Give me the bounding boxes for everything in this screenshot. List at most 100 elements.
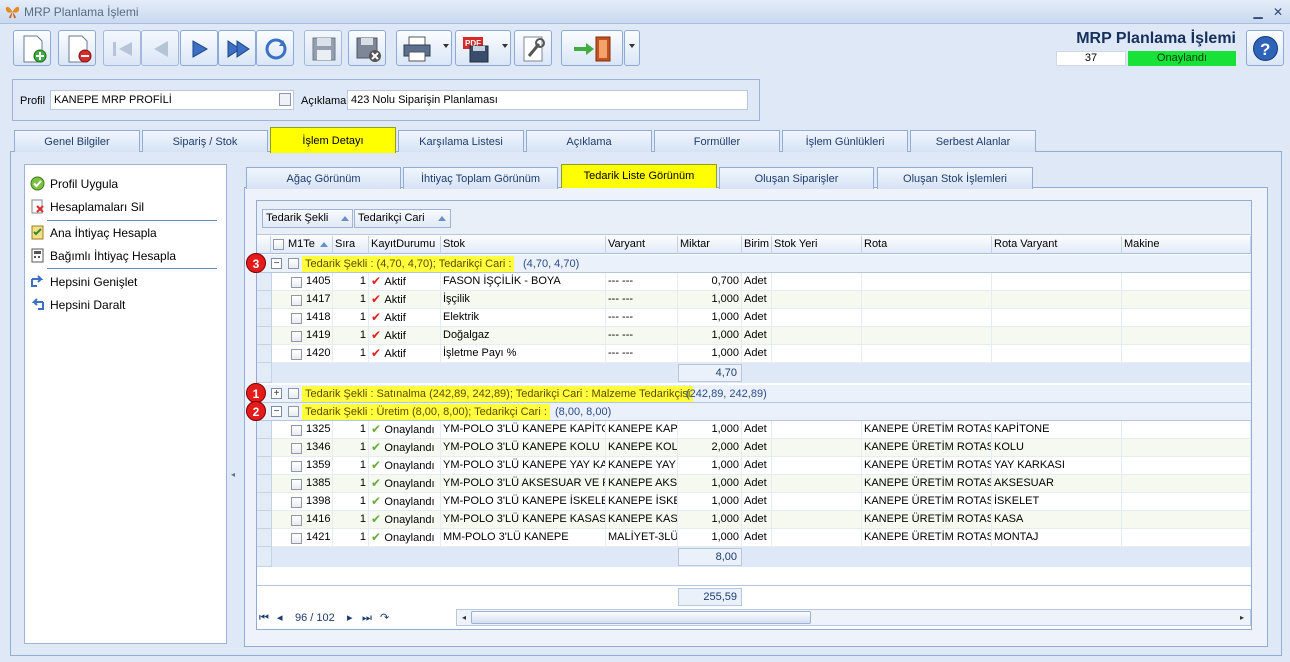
new-document-button[interactable] <box>13 30 51 66</box>
last-record-button[interactable] <box>218 30 256 66</box>
cell-sira: 1 <box>333 529 369 547</box>
minimize-icon[interactable]: ▁ <box>1250 4 1266 20</box>
collapse-icon[interactable]: − <box>271 406 282 417</box>
cell-birim: Adet <box>742 457 772 475</box>
step-badge: 3 <box>246 253 266 273</box>
scroll-right-icon[interactable]: ▸ <box>1236 611 1248 624</box>
status-text: Onaylandı <box>384 442 435 454</box>
tab-olusan-siparisler[interactable]: Oluşan Siparişler <box>719 167 874 189</box>
column-header-sira[interactable]: Sıra <box>333 236 369 254</box>
previous-record-button[interactable] <box>141 30 179 66</box>
tab-siparis-stok[interactable]: Sipariş / Stok <box>142 130 268 152</box>
next-record-button[interactable] <box>180 30 218 66</box>
description-field[interactable]: 423 Nolu Siparişin Planlaması <box>347 90 748 110</box>
cell-varyant: --- --- <box>606 309 678 327</box>
column-header-rota-varyant[interactable]: Rota Varyant <box>992 236 1122 254</box>
tab-aciklama[interactable]: Açıklama <box>526 130 652 152</box>
cell-rota <box>862 291 992 309</box>
hepsini-daralt-action[interactable]: Hepsini Daralt <box>30 295 125 315</box>
tab-islem-detayi[interactable]: İşlem Detayı <box>270 127 396 153</box>
cell-stokyeri <box>772 457 862 475</box>
group-checkbox[interactable] <box>288 388 299 399</box>
refresh-nav-icon[interactable]: ↷ <box>380 609 389 627</box>
tab-ihtiyac-toplam-gorunum[interactable]: İhtiyaç Toplam Görünüm <box>403 167 558 189</box>
column-header-varyant[interactable]: Varyant <box>606 236 678 254</box>
expand-icon[interactable]: + <box>271 388 282 399</box>
status-text: Aktif <box>384 294 406 306</box>
group-label: Tedarik Şekli : Satınalma (242,89, 242,8… <box>302 386 694 402</box>
lookup-icon[interactable] <box>279 93 291 106</box>
tab-agac-gorunum[interactable]: Ağaç Görünüm <box>246 167 401 189</box>
bagimli-ihtiyac-hesapla-action[interactable]: Bağımlı İhtiyaç Hesapla <box>30 246 176 266</box>
horizontal-scrollbar[interactable]: ◂ ▸ <box>456 609 1251 626</box>
column-header-m1te[interactable]: M1Te <box>271 236 333 254</box>
cell-miktar: 1,000 <box>678 309 742 327</box>
column-header-stok-yeri[interactable]: Stok Yeri <box>772 236 862 254</box>
tab-tedarik-liste-gorunum[interactable]: Tedarik Liste Görünüm <box>561 164 717 188</box>
column-header-kayit-durumu[interactable]: KayıtDurumu <box>369 236 441 254</box>
cell-makine <box>1122 273 1251 291</box>
column-header-miktar[interactable]: Miktar <box>678 236 742 254</box>
column-header-birim[interactable]: Birim <box>742 236 772 254</box>
column-header-makine[interactable]: Makine <box>1122 236 1251 254</box>
action-label: Hepsini Daralt <box>50 298 126 312</box>
hepsini-genislet-action[interactable]: Hepsini Genişlet <box>30 272 137 292</box>
hesaplamalari-sil-action[interactable]: Hesaplamaları Sil <box>30 197 144 217</box>
column-header-stok[interactable]: Stok <box>441 236 606 254</box>
next-page-icon[interactable]: ▸ <box>347 609 353 627</box>
refresh-button[interactable] <box>256 30 294 66</box>
group-by-tedarikci-cari[interactable]: Tedarikçi Cari <box>354 209 451 228</box>
tab-karsilama-listesi[interactable]: Karşılama Listesi <box>398 130 524 152</box>
first-record-button[interactable] <box>103 30 141 66</box>
save-button[interactable] <box>304 30 342 66</box>
cell-rota <box>862 327 992 345</box>
tab-formuller[interactable]: Formüller <box>654 130 780 152</box>
cell-sira: 1 <box>333 309 369 327</box>
expand-arrow-icon <box>31 275 44 287</box>
cell-makine <box>1122 457 1251 475</box>
splitter-arrow-icon[interactable]: ◂ <box>231 470 235 479</box>
tab-genel-bilgiler[interactable]: Genel Bilgiler <box>14 130 140 152</box>
last-page-icon[interactable]: ⏭ <box>362 609 372 627</box>
tab-islem-gunlukleri[interactable]: İşlem Günlükleri <box>782 130 908 152</box>
cell-rota: KANEPE ÜRETİM ROTASI <box>862 439 992 457</box>
scroll-thumb[interactable] <box>471 611 811 624</box>
tools-button[interactable] <box>514 30 552 66</box>
cell-sira: 1 <box>333 439 369 457</box>
cell-rota: KANEPE ÜRETİM ROTASI <box>862 421 992 439</box>
cell-rota <box>862 273 992 291</box>
cell-birim: Adet <box>742 493 772 511</box>
group-by-tedarik-sekli[interactable]: Tedarik Şekli <box>262 209 353 228</box>
profil-uygula-action[interactable]: Profil Uygula <box>30 174 118 194</box>
exit-button[interactable] <box>561 30 623 66</box>
print-icon <box>403 36 431 62</box>
chevron-down-icon <box>443 44 449 48</box>
group-checkbox[interactable] <box>288 258 299 269</box>
pdf-export-button[interactable]: PDF <box>455 30 511 66</box>
exit-dropdown-button[interactable] <box>624 30 640 66</box>
first-page-icon[interactable]: ⏮ <box>259 609 269 627</box>
cell-rota_varyant: YAY KARKASI <box>992 457 1122 475</box>
cell-sira: 1 <box>333 291 369 309</box>
tab-serbest-alanlar[interactable]: Serbest Alanlar <box>910 130 1036 152</box>
profile-field[interactable]: KANEPE MRP PROFİLİ <box>50 90 294 110</box>
tab-olusan-stok-islemleri[interactable]: Oluşan Stok İşlemleri <box>877 167 1033 189</box>
delete-document-button[interactable] <box>58 30 96 66</box>
cell-miktar: 1,000 <box>678 345 742 363</box>
page-title: MRP Planlama İşlemi <box>1076 30 1236 47</box>
row-indicator <box>257 475 272 493</box>
group-value: (8,00, 8,00) <box>555 406 612 418</box>
help-button[interactable]: ? <box>1246 30 1284 66</box>
collapse-icon[interactable]: − <box>271 258 282 269</box>
ana-ihtiyac-hesapla-action[interactable]: Ana İhtiyaç Hesapla <box>30 223 157 243</box>
close-icon[interactable]: ✕ <box>1270 4 1286 20</box>
scroll-left-icon[interactable]: ◂ <box>458 611 470 624</box>
column-header-rota[interactable]: Rota <box>862 236 992 254</box>
cell-stok: MM-POLO 3'LÜ KANEPE <box>441 529 606 547</box>
pdf-export-icon: PDF <box>463 37 489 63</box>
group-checkbox[interactable] <box>288 406 299 417</box>
save-close-button[interactable] <box>348 30 386 66</box>
select-all-checkbox[interactable] <box>273 239 284 250</box>
previous-page-icon[interactable]: ◂ <box>277 609 283 627</box>
print-button[interactable] <box>396 30 452 66</box>
